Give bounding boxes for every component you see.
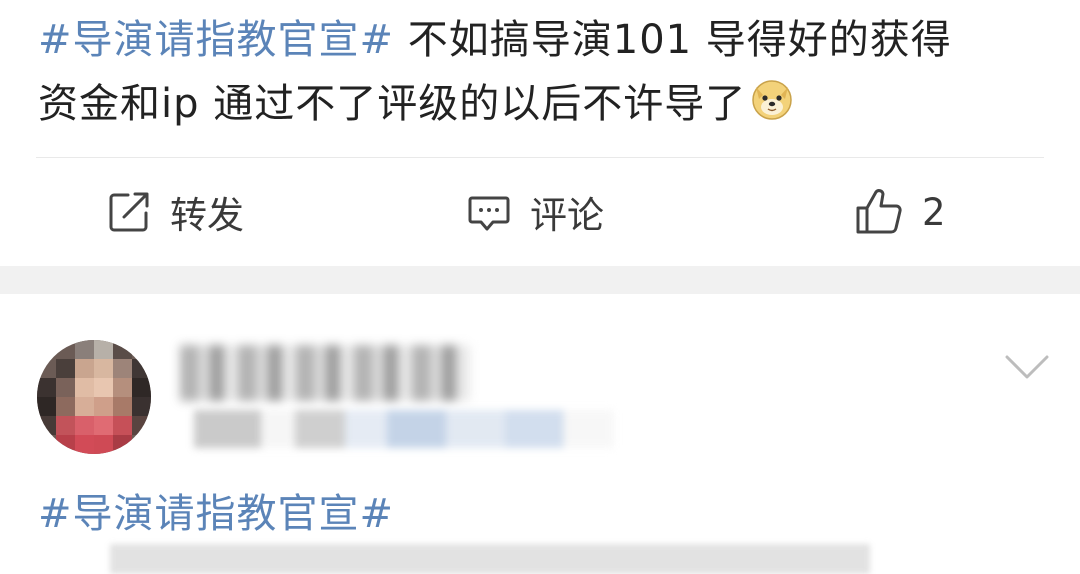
comment-button[interactable]: 评论 bbox=[466, 158, 604, 266]
post-text-line1: 不如搞导演101 导得好的获得 bbox=[394, 17, 952, 63]
feed-separator bbox=[0, 266, 1080, 294]
like-count: 2 bbox=[922, 190, 946, 234]
post2-text-cutoff bbox=[110, 544, 870, 574]
comment-icon bbox=[466, 189, 530, 235]
post-meta-redacted bbox=[194, 410, 614, 448]
post-body: #导演请指教官宣# 不如搞导演101 导得好的获得 资金和ip 通过不了评级的以… bbox=[38, 8, 1048, 136]
avatar[interactable] bbox=[37, 340, 151, 454]
post-action-bar: 转发 评论 2 bbox=[0, 158, 1080, 266]
username-redacted[interactable] bbox=[180, 345, 470, 401]
doge-emoji-icon bbox=[750, 76, 794, 120]
post2-hashtag[interactable]: #导演请指教官宣# bbox=[38, 484, 394, 544]
repost-button[interactable]: 转发 bbox=[106, 158, 244, 266]
comment-label: 评论 bbox=[530, 194, 604, 237]
repost-label: 转发 bbox=[170, 194, 244, 237]
like-button[interactable]: 2 bbox=[854, 158, 946, 266]
repost-icon bbox=[106, 189, 170, 235]
post-text-line2: 资金和ip 通过不了评级的以后不许导了 bbox=[38, 81, 747, 127]
thumbs-up-icon bbox=[854, 188, 922, 236]
chevron-down-icon[interactable] bbox=[1004, 352, 1050, 386]
hashtag-link[interactable]: #导演请指教官宣# bbox=[38, 17, 394, 63]
